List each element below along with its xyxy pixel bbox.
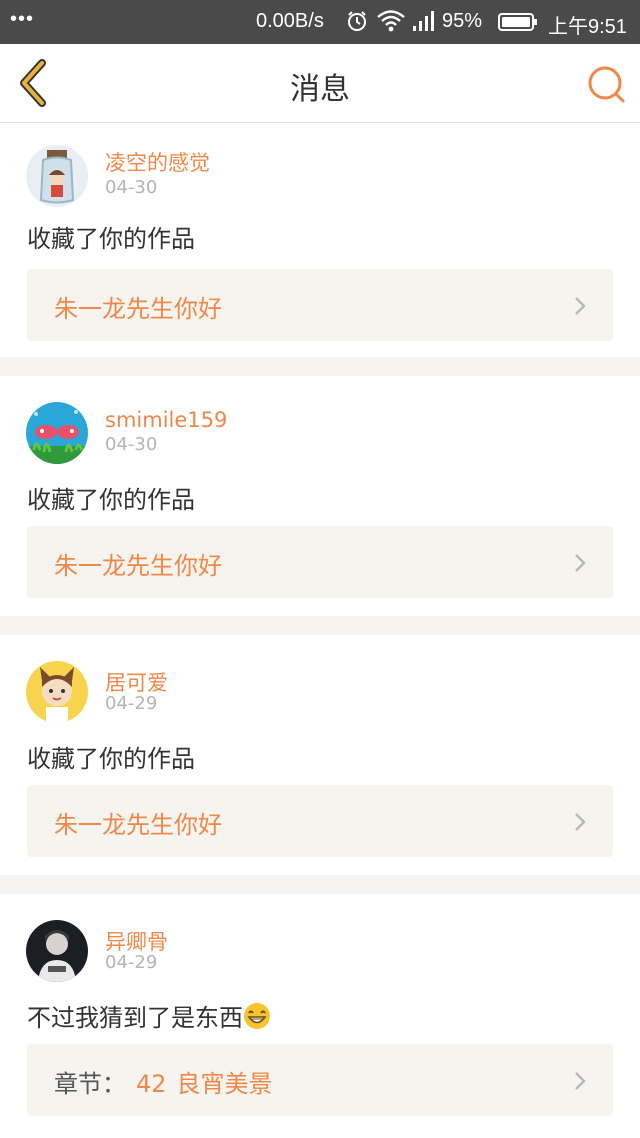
wifi-icon (377, 10, 405, 32)
work-link[interactable]: 朱一龙先生你好 (27, 269, 613, 341)
chevron-right-icon (575, 554, 586, 572)
work-title: 朱一龙先生你好 (54, 811, 222, 839)
page-title: 消息 (290, 72, 350, 107)
signal-icon (413, 11, 434, 31)
message-date: 04-30 (105, 177, 158, 198)
avatar[interactable] (26, 920, 88, 982)
clock: 上午9:51 (548, 16, 627, 38)
avatar-cat-boy-image (26, 661, 88, 723)
notification-dots: ••• (10, 8, 35, 30)
chapter-link[interactable]: 章节： 42 良宵美景 (27, 1044, 613, 1116)
message-text: 收藏了你的作品 (27, 225, 195, 253)
message-date: 04-29 (105, 952, 158, 973)
avatar-bottle-image (26, 145, 88, 207)
work-title: 朱一龙先生你好 (54, 552, 222, 580)
message-card: smimile159 04-30 收藏了你的作品 朱一龙先生你好 (0, 376, 640, 616)
battery-icon (498, 13, 537, 31)
grinning-face-emoji-icon (244, 1003, 270, 1029)
chevron-right-icon (575, 813, 586, 831)
message-card: 居可爱 04-29 收藏了你的作品 朱一龙先生你好 (0, 635, 640, 875)
message-text-content: 不过我猜到了是东西 (27, 1004, 243, 1032)
message-date: 04-29 (105, 693, 158, 714)
message-text: 收藏了你的作品 (27, 486, 195, 514)
chapter-prefix: 章节： (54, 1070, 126, 1098)
message-card: 凌空的感觉 04-30 收藏了你的作品 朱一龙先生你好 (0, 123, 640, 357)
status-bar: ••• 0.00B/s 95% 上午9:51 (0, 0, 640, 44)
avatar[interactable] (26, 145, 88, 207)
network-speed: 0.00B/s (256, 10, 324, 32)
avatar[interactable] (26, 402, 88, 464)
message-text: 收藏了你的作品 (27, 745, 195, 773)
work-link[interactable]: 朱一龙先生你好 (27, 526, 613, 598)
alarm-icon (348, 11, 366, 31)
avatar[interactable] (26, 661, 88, 723)
chapter-link-text: 章节： 42 良宵美景 (54, 1064, 273, 1099)
chevron-right-icon (575, 1072, 586, 1090)
avatar-portrait-image (26, 920, 88, 982)
chapter-number: 42 (136, 1070, 167, 1098)
username[interactable]: smimile159 (105, 408, 227, 432)
chapter-title: 良宵美景 (176, 1070, 273, 1098)
work-title: 朱一龙先生你好 (54, 295, 222, 323)
avatar-fish-image (26, 402, 88, 464)
battery-percent: 95% (442, 10, 483, 32)
message-card: 异卿骨 04-29 不过我猜到了是东西 章节： 42 良宵美景 (0, 894, 640, 1138)
search-icon[interactable] (584, 62, 628, 106)
work-link[interactable]: 朱一龙先生你好 (27, 785, 613, 857)
message-date: 04-30 (105, 434, 158, 455)
nav-bar: 消息 (0, 44, 640, 123)
message-text: 不过我猜到了是东西 (27, 998, 271, 1033)
chevron-right-icon (575, 297, 586, 315)
username[interactable]: 凌空的感觉 (105, 147, 210, 177)
